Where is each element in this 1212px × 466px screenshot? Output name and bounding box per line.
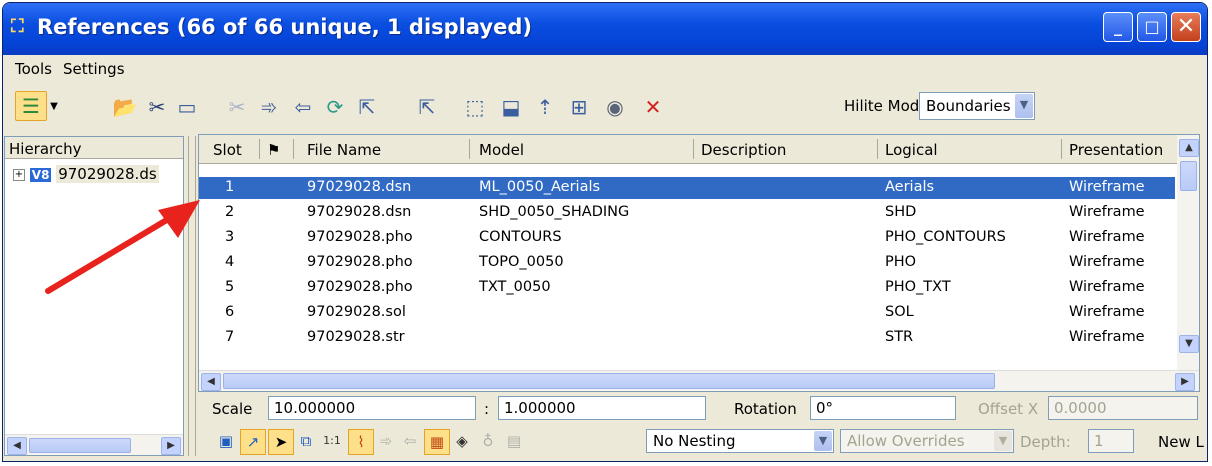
table-row[interactable]: 2 97029028.dsn SHD_0050_SHADING SHD Wire… bbox=[199, 202, 1175, 224]
chevron-down-icon[interactable]: ▼ bbox=[47, 93, 61, 121]
merge-icon[interactable]: ◉ bbox=[601, 93, 629, 121]
scroll-right-icon[interactable]: ▶ bbox=[1175, 373, 1195, 391]
tree-view-icon[interactable]: ☰ bbox=[15, 91, 47, 121]
hierarchy-scrollbar[interactable]: ◀ ▶ bbox=[5, 434, 183, 455]
clip-front-icon[interactable]: ⬓ bbox=[497, 93, 525, 121]
levels-grid-icon[interactable]: ▦ bbox=[424, 429, 450, 455]
new-level-label: New L bbox=[1158, 433, 1204, 451]
references-table: Slot ⚑ File Name Model Description Logic… bbox=[198, 134, 1200, 392]
scroll-thumb[interactable] bbox=[223, 373, 995, 389]
light-bulb-icon[interactable]: ♁ bbox=[476, 429, 500, 453]
locate-toggle-icon[interactable]: ➤ bbox=[268, 429, 294, 455]
scroll-thumb[interactable] bbox=[29, 438, 131, 453]
table-horizontal-scrollbar[interactable]: ◀ ▶ bbox=[199, 370, 1199, 391]
scale-ratio-separator: : bbox=[484, 400, 490, 418]
column-description[interactable]: Description bbox=[701, 141, 786, 159]
scale-icon[interactable]: ⇱ bbox=[353, 93, 381, 121]
panel-splitter[interactable] bbox=[188, 136, 196, 456]
copy-icon[interactable]: ⇦ bbox=[289, 93, 317, 121]
table-row[interactable]: 4 97029028.pho TOPO_0050 PHO Wireframe bbox=[199, 252, 1175, 274]
toolbar: ☰ ▼ 📂 ✂ ▭ ✂ ➾ ⇦ ⟳ ⇱ ⇱ ⬚ ⬓ ⇡ ⊞ ◉ ✕ Hilite… bbox=[3, 83, 1207, 127]
reload-icon[interactable]: ▭ bbox=[173, 93, 201, 121]
table-row[interactable]: 7 97029028.str STR Wireframe bbox=[199, 327, 1175, 349]
overrides-select[interactable]: Allow Overrides ▼ bbox=[840, 429, 1014, 453]
app-icon: ⛶ bbox=[11, 16, 24, 37]
menu-settings[interactable]: Settings bbox=[63, 60, 125, 78]
scroll-up-icon[interactable]: ▲ bbox=[1179, 139, 1199, 157]
chevron-down-icon: ▼ bbox=[814, 431, 832, 451]
treat-as-element-icon[interactable]: ◈ bbox=[450, 429, 474, 453]
menu-bar: Tools Settings bbox=[3, 55, 1207, 81]
overrides-value: Allow Overrides bbox=[847, 432, 965, 450]
v8-file-icon: V8 bbox=[29, 167, 52, 182]
hilite-mode-select[interactable]: Boundaries ▼ bbox=[919, 92, 1035, 120]
hierarchy-item[interactable]: + V8 97029028.ds bbox=[13, 165, 159, 183]
table-row[interactable]: 5 97029028.pho TXT_0050 PHO_TXT Wirefram… bbox=[199, 277, 1175, 299]
column-presentation[interactable]: Presentation bbox=[1069, 141, 1163, 159]
rotation-field[interactable]: 0° bbox=[810, 396, 956, 420]
mirror-icon[interactable]: ⇱ bbox=[413, 93, 441, 121]
close-button[interactable]: ✕ bbox=[1171, 12, 1201, 42]
clip-boundary-icon[interactable]: ✂ bbox=[223, 93, 251, 121]
nesting-select[interactable]: No Nesting ▼ bbox=[646, 429, 834, 453]
scroll-down-icon[interactable]: ▼ bbox=[1179, 335, 1199, 353]
true-scale-icon[interactable]: 1:1 bbox=[320, 429, 344, 453]
chevron-down-icon: ▼ bbox=[1015, 94, 1033, 118]
column-file-name[interactable]: File Name bbox=[307, 141, 381, 159]
chevron-down-icon: ▼ bbox=[994, 431, 1012, 451]
move-icon[interactable]: ➾ bbox=[255, 93, 283, 121]
scroll-right-icon[interactable]: ▶ bbox=[161, 437, 181, 455]
window-title: References (66 of 66 unique, 1 displayed… bbox=[37, 15, 532, 39]
table-header: Slot ⚑ File Name Model Description Logic… bbox=[199, 135, 1199, 164]
display-toggle-icon[interactable]: ▣ bbox=[214, 429, 238, 453]
snap-toggle-icon[interactable]: ↗ bbox=[240, 429, 266, 455]
clip-back-icon[interactable]: ⇡ bbox=[531, 93, 559, 121]
table-row[interactable]: 3 97029028.pho CONTOURS PHO_CONTOURS Wir… bbox=[199, 227, 1175, 249]
depth-label: Depth: bbox=[1020, 433, 1071, 451]
scale-line-styles-icon[interactable]: ⌇ bbox=[348, 429, 374, 455]
offset-x-field[interactable]: 0.0000 bbox=[1048, 396, 1198, 420]
column-model[interactable]: Model bbox=[479, 141, 524, 159]
detach-icon[interactable]: ✂ bbox=[143, 93, 171, 121]
attachment-settings: Scale 10.000000 : 1.000000 Rotation 0° O… bbox=[198, 396, 1206, 458]
delete-reference-icon[interactable]: ✕ bbox=[639, 93, 667, 121]
expand-icon[interactable]: + bbox=[13, 168, 25, 181]
scale-field[interactable]: 10.000000 bbox=[268, 396, 476, 420]
hilite-mode-value: Boundaries bbox=[926, 97, 1011, 115]
column-slot[interactable]: Slot bbox=[213, 141, 242, 159]
offset-x-label: Offset X bbox=[978, 400, 1039, 418]
column-logical[interactable]: Logical bbox=[885, 141, 938, 159]
scroll-left-icon[interactable]: ◀ bbox=[201, 373, 221, 391]
georeferenced-icon[interactable]: ⇦ bbox=[398, 429, 422, 453]
scale-label: Scale bbox=[212, 400, 253, 418]
minimize-button[interactable]: _ bbox=[1103, 12, 1133, 42]
flag-icon[interactable]: ⚑ bbox=[267, 141, 280, 159]
attach-reference-icon[interactable]: 📂 bbox=[111, 93, 139, 121]
ignore-attachment-icon[interactable]: ➾ bbox=[374, 429, 398, 453]
depth-field[interactable]: 1 bbox=[1088, 429, 1134, 453]
clip-mask-icon[interactable]: ⬚ bbox=[461, 93, 489, 121]
table-vertical-scrollbar[interactable]: ▲ ▼ bbox=[1177, 135, 1199, 371]
rotation-label: Rotation bbox=[734, 400, 797, 418]
hierarchy-panel: Hierarchy + V8 97029028.ds ◀ ▶ bbox=[4, 136, 184, 456]
menu-tools[interactable]: Tools bbox=[15, 60, 52, 78]
scroll-thumb[interactable] bbox=[1180, 161, 1197, 191]
rotate-icon[interactable]: ⟳ bbox=[321, 93, 349, 121]
scale-field-2[interactable]: 1.000000 bbox=[498, 396, 706, 420]
maximize-button[interactable]: □ bbox=[1137, 12, 1167, 42]
hierarchy-header: Hierarchy bbox=[5, 137, 183, 159]
table-row[interactable]: 1 97029028.dsn ML_0050_Aerials Aerials W… bbox=[199, 177, 1175, 199]
hierarchy-item-label: 97029028.ds bbox=[56, 165, 159, 183]
print-icon[interactable]: ▤ bbox=[502, 429, 526, 453]
nesting-value: No Nesting bbox=[653, 432, 736, 450]
title-bar[interactable]: ⛶ References (66 of 66 unique, 1 display… bbox=[3, 3, 1207, 55]
exchange-icon[interactable]: ⊞ bbox=[565, 93, 593, 121]
table-row[interactable]: 6 97029028.sol SOL Wireframe bbox=[199, 302, 1175, 324]
raster-toggle-icon[interactable]: ⧉ bbox=[294, 429, 318, 453]
scroll-left-icon[interactable]: ◀ bbox=[7, 437, 27, 455]
